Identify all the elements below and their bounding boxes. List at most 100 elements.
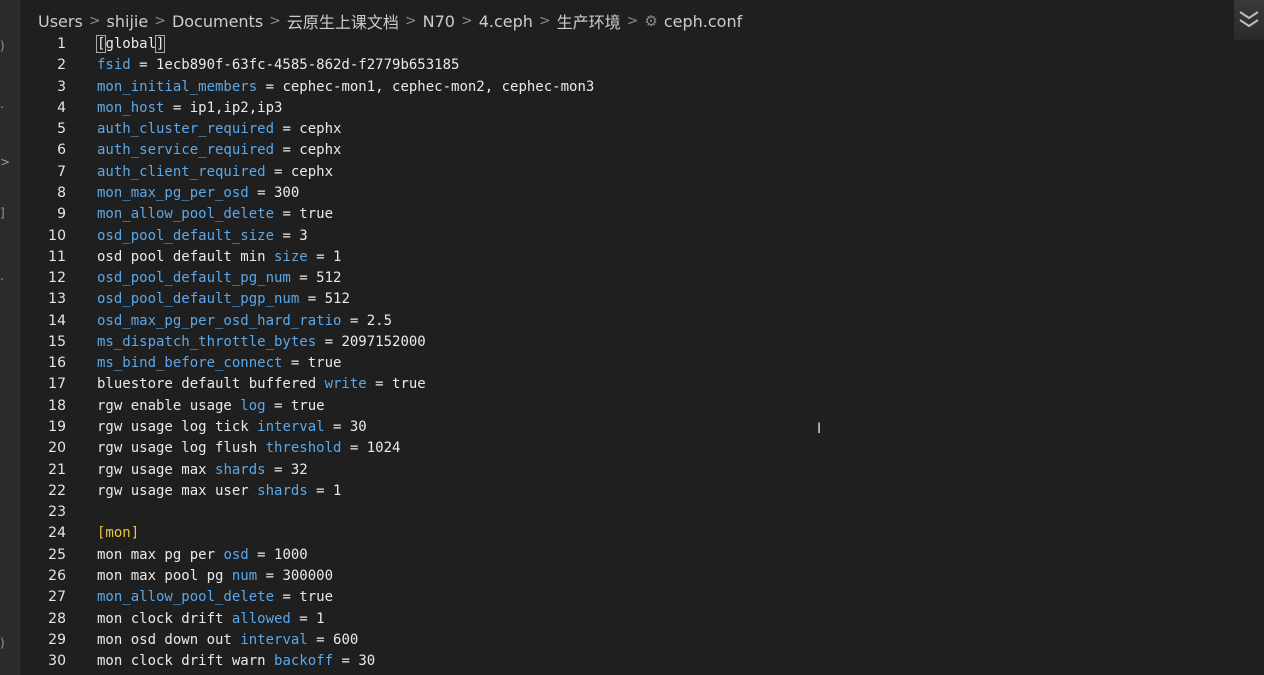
code-line[interactable]: 12 osd_pool_default_pg_num = 512 (19, 268, 1219, 289)
code-token: ] (154, 35, 166, 53)
code-token: mon osd down out (97, 631, 241, 648)
code-token: rgw enable usage (97, 397, 241, 414)
line-number: 29 (48, 631, 66, 648)
code-line[interactable]: 29 mon osd down out interval = 600 (19, 630, 1219, 651)
config-key: log (240, 397, 266, 414)
code-line[interactable]: 27 mon_allow_pool_delete = true (19, 587, 1219, 608)
config-key: threshold (265, 440, 342, 457)
code-line[interactable]: 21 rgw usage max shards = 32 (19, 460, 1219, 481)
code-token: mon max pg per (97, 546, 224, 563)
code-token: = 1000 (248, 546, 308, 563)
line-number: 4 (57, 99, 66, 116)
config-key: osd_pool_default_pgp_num (97, 291, 300, 308)
code-token: = true (274, 206, 334, 223)
activity-icon[interactable]: . (0, 270, 4, 282)
code-line[interactable]: 14 osd_max_pg_per_osd_hard_ratio = 2.5 (19, 311, 1219, 332)
line-number: 24 (48, 525, 66, 542)
line-number: 19 (48, 419, 66, 436)
gear-icon: ⚙ (644, 12, 658, 30)
config-key: num (231, 568, 258, 584)
line-number: 23 (48, 504, 66, 521)
config-key: mon_initial_members (97, 78, 258, 95)
code-text: auth_cluster_required = cephx (97, 119, 341, 140)
config-key: ms_bind_before_connect (97, 355, 283, 372)
code-text: mon max pool pg num = 300000 (97, 566, 333, 587)
code-token: = 1 (290, 610, 325, 627)
chevron-collapse-icon[interactable] (1234, 0, 1264, 40)
code-line[interactable]: 2 fsid = 1ecb890f-63fc-4585-862d-f2779b65… (19, 55, 1219, 76)
code-line[interactable]: 17 bluestore default buffered write = tru… (19, 374, 1219, 395)
code-text: mon_host = ip1,ip2,ip3 (97, 98, 282, 119)
code-line[interactable]: 3 mon_initial_members = cephec-mon1, ceph… (19, 77, 1219, 98)
code-token: = 300000 (257, 568, 334, 584)
code-line[interactable]: 20 rgw usage log flush threshold = 1024 (19, 438, 1219, 459)
config-key: allowed (231, 610, 291, 627)
section-header: [mon] (97, 525, 140, 542)
code-line[interactable]: 10 osd_pool_default_size = 3 (19, 226, 1219, 247)
code-line[interactable]: 9 mon_allow_pool_delete = true (19, 204, 1219, 225)
code-line[interactable]: 18 rgw enable usage log = true (19, 396, 1219, 417)
activity-icon[interactable]: > (0, 156, 10, 168)
code-text: rgw usage log tick interval = 30 (97, 417, 367, 438)
breadcrumb-item[interactable]: N70 (423, 12, 455, 31)
line-number: 28 (48, 610, 66, 627)
code-text: mon_allow_pool_delete = true (97, 204, 333, 225)
activity-icon[interactable]: ) (0, 40, 5, 52)
code-text: rgw usage log flush threshold = 1024 (97, 438, 400, 459)
code-line[interactable]: 13 osd_pool_default_pgp_num = 512 (19, 289, 1219, 310)
code-token: = true (274, 589, 334, 606)
line-number: 14 (48, 312, 66, 329)
code-line[interactable]: 5 auth_cluster_required = cephx (19, 119, 1219, 140)
config-key: write (324, 376, 367, 393)
code-line[interactable]: 19 rgw usage log tick interval = 30 (19, 417, 1219, 438)
code-text: mon osd down out interval = 600 (97, 630, 358, 651)
breadcrumb-item[interactable]: Users (38, 12, 83, 31)
breadcrumb-item[interactable]: shijie (107, 12, 149, 31)
breadcrumb-separator: > (460, 13, 473, 29)
code-line[interactable]: 25 mon max pg per osd = 1000 (19, 545, 1219, 566)
config-key: mon_allow_pool_delete (97, 206, 275, 223)
config-key: fsid (97, 57, 131, 74)
code-line[interactable]: 11 osd pool default min size = 1 (19, 247, 1219, 268)
line-number: 15 (48, 333, 66, 350)
code-token: = 1 (307, 482, 342, 499)
code-token: rgw usage max user (97, 482, 258, 499)
code-line[interactable]: 23 (19, 502, 1219, 523)
breadcrumb-item[interactable]: 云原生上课文档 (287, 9, 399, 33)
code-token: mon max pool pg (97, 568, 232, 584)
code-line[interactable]: 15 ms_dispatch_throttle_bytes = 209715200… (19, 332, 1219, 353)
config-key: shards (215, 461, 266, 478)
line-number: 7 (57, 163, 66, 180)
line-number: 27 (48, 589, 66, 606)
code-text: fsid = 1ecb890f-63fc-4585-862d-f2779b653… (97, 55, 459, 76)
breadcrumb-item[interactable]: 4.ceph (479, 12, 533, 31)
line-number: 12 (48, 270, 66, 287)
breadcrumb-file[interactable]: ceph.conf (664, 12, 742, 31)
line-number: 22 (48, 482, 66, 499)
code-line[interactable]: 7 auth_client_required = cephx (19, 162, 1219, 183)
code-token: mon clock drift (97, 610, 232, 627)
line-number: 13 (48, 291, 66, 308)
activity-icon[interactable]: ] (0, 207, 5, 219)
code-token: = cephx (265, 163, 334, 180)
activity-icon[interactable]: ) (0, 637, 5, 649)
code-line[interactable]: 16 ms_bind_before_connect = true (19, 353, 1219, 374)
code-line[interactable]: 6 auth_service_required = cephx (19, 140, 1219, 161)
breadcrumb-item[interactable]: 生产环境 (557, 9, 621, 33)
code-line[interactable]: 1 [global] (19, 34, 1219, 55)
code-line[interactable]: 4 mon_host = ip1,ip2,ip3 (19, 98, 1219, 119)
config-key: ms_dispatch_throttle_bytes (97, 333, 317, 350)
code-line[interactable]: 24 [mon] (19, 523, 1219, 544)
code-token: bluestore default buffered (97, 376, 325, 393)
code-line[interactable]: 26 mon max pool pg num = 300000 (19, 566, 1219, 587)
code-line[interactable]: 30 mon clock drift warn backoff = 30 (19, 651, 1219, 672)
code-line[interactable]: 22 rgw usage max user shards = 1 (19, 481, 1219, 502)
code-editor[interactable]: 1 [global] 2 fsid = 1ecb890f-63fc-4585-862d… (19, 33, 1249, 675)
code-token: = 30 (324, 419, 367, 436)
activity-icon[interactable]: . (0, 98, 4, 110)
code-token: rgw usage log tick (97, 419, 258, 436)
code-line[interactable]: 28 mon clock drift allowed = 1 (19, 609, 1219, 630)
breadcrumb-item[interactable]: Documents (172, 12, 263, 31)
code-line[interactable]: 8 mon_max_pg_per_osd = 300 (19, 183, 1219, 204)
line-number: 17 (48, 376, 66, 393)
